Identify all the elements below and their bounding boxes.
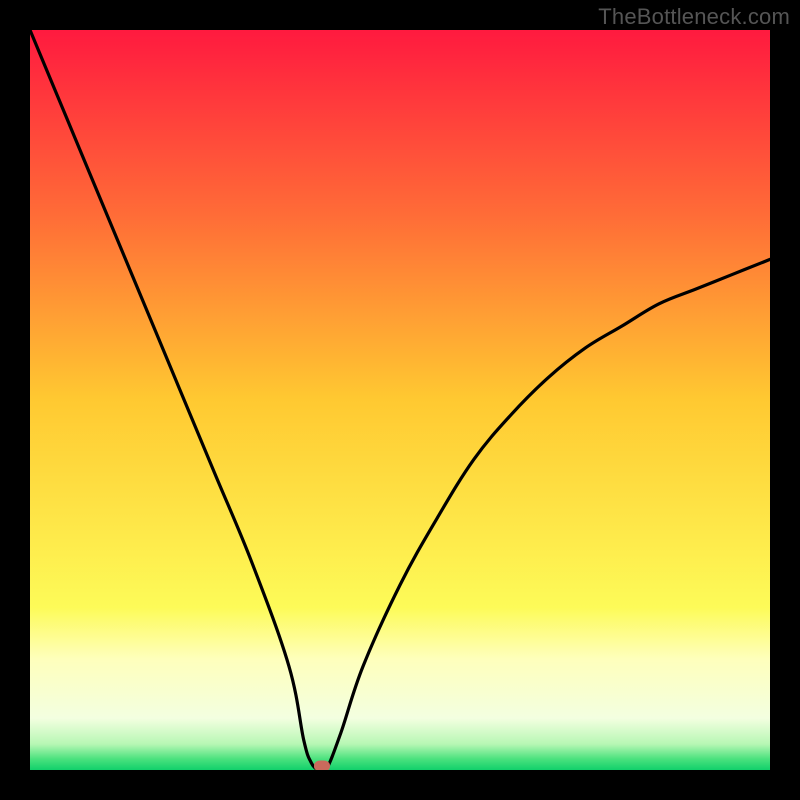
optimal-point-marker	[314, 761, 330, 770]
watermark-text: TheBottleneck.com	[598, 4, 790, 30]
plot-area	[30, 30, 770, 770]
chart-frame: TheBottleneck.com	[0, 0, 800, 800]
bottleneck-curve	[30, 30, 770, 770]
